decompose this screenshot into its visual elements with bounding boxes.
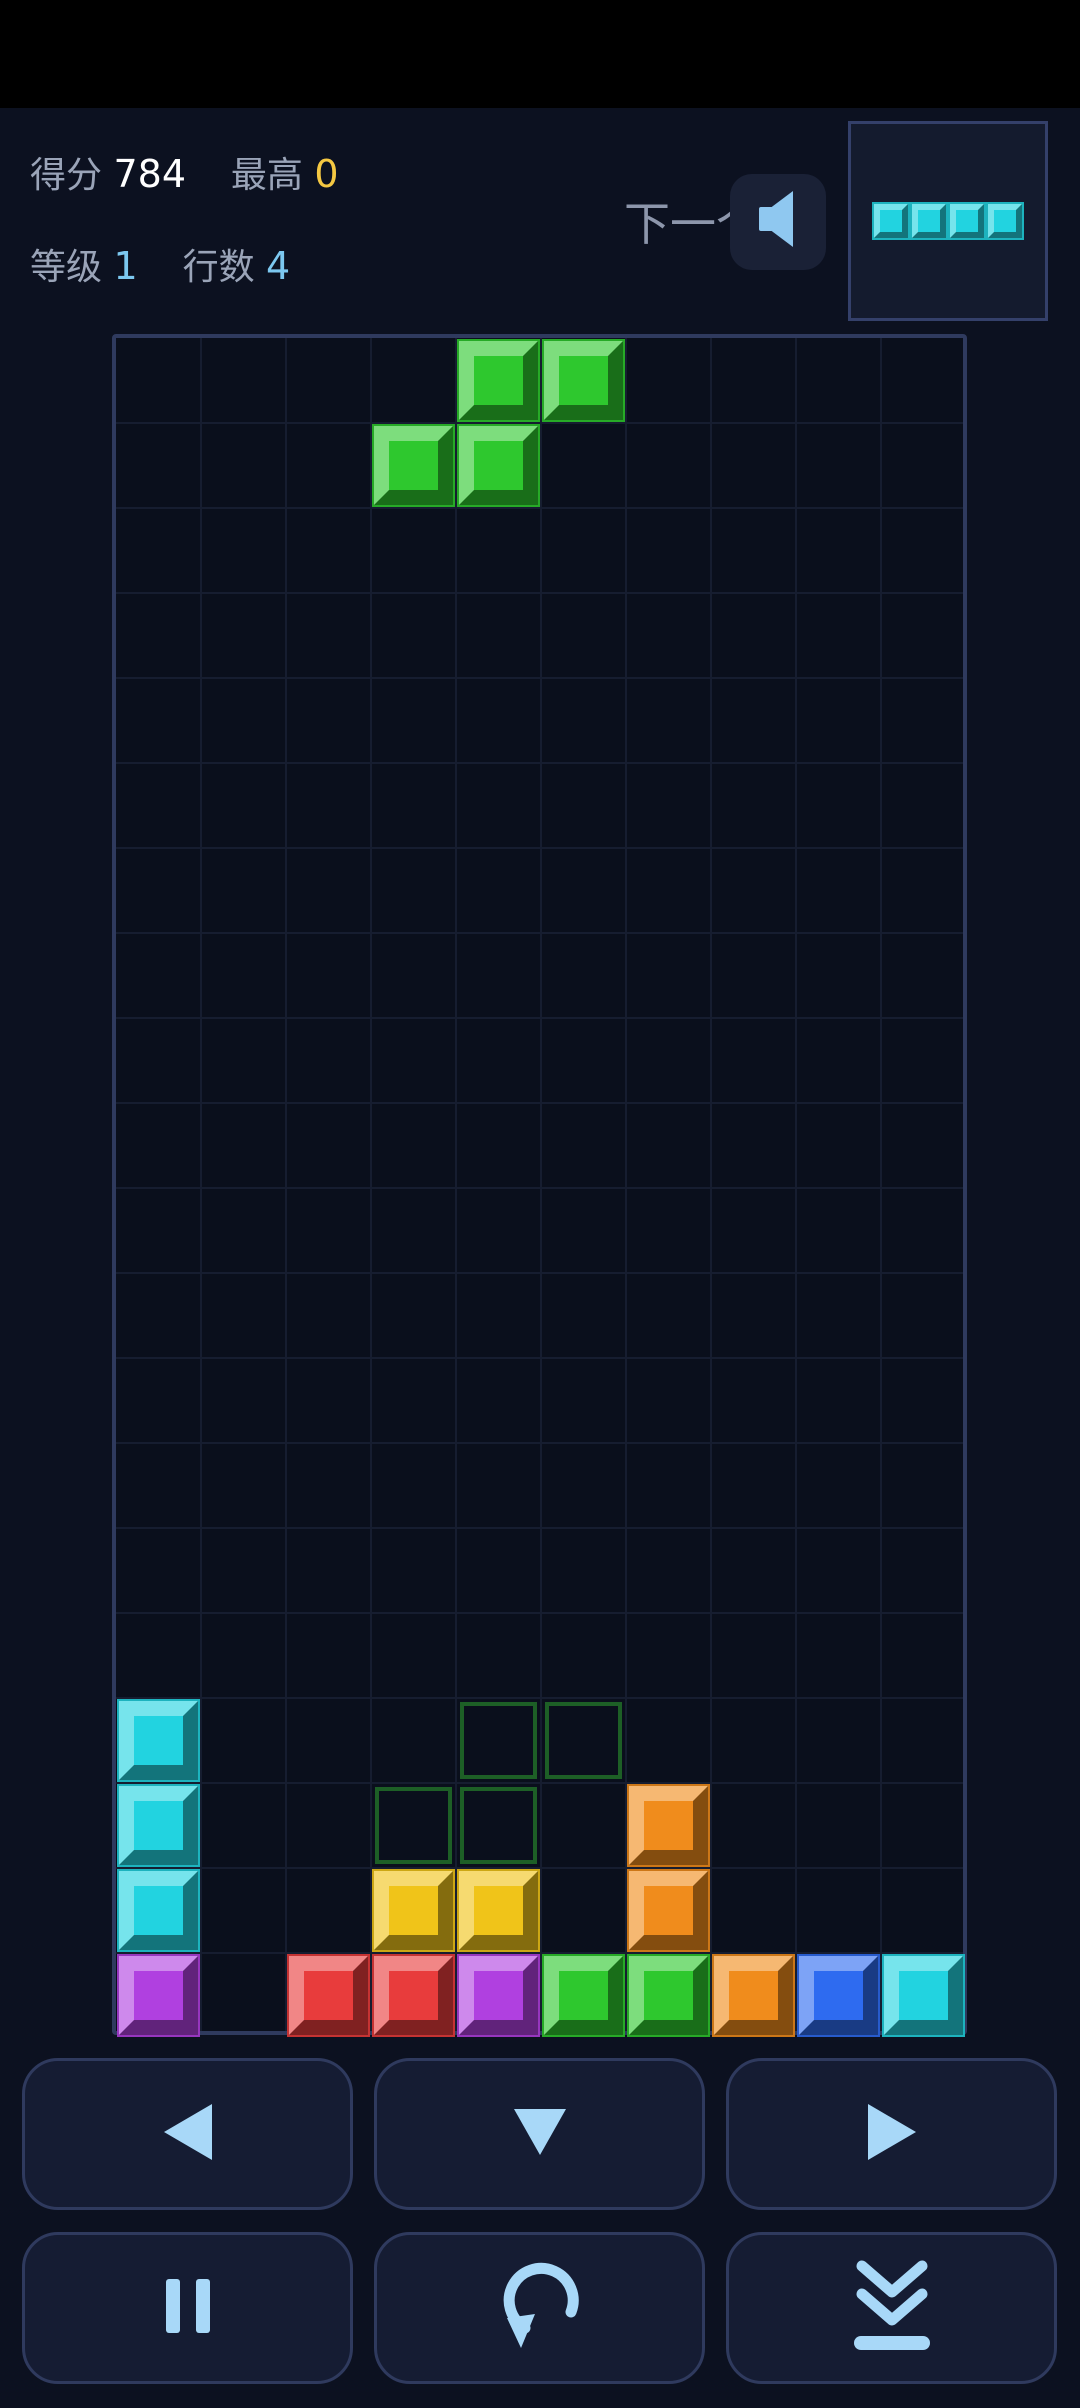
speaker-icon (753, 185, 803, 259)
level-value: 1 (113, 244, 138, 288)
next-piece-block (948, 202, 986, 240)
locked-block (627, 1869, 710, 1952)
best-score-value: 0 (314, 152, 339, 196)
locked-block (117, 1869, 200, 1952)
locked-block (712, 1954, 795, 2037)
locked-block (457, 1954, 540, 2037)
lines-value: 4 (266, 244, 291, 288)
level-label: 等级 (30, 247, 103, 288)
double-chevron-down-icon (850, 2258, 934, 2358)
active-piece-block (372, 424, 455, 507)
ghost-cell (545, 1702, 622, 1779)
score-value: 784 (113, 152, 186, 196)
soft-drop-button[interactable] (374, 2058, 705, 2210)
triangle-left-icon (158, 2102, 218, 2166)
level-row: 等级 1 行数 4 (30, 238, 290, 290)
next-piece-preview (848, 121, 1048, 321)
game-screen: 得分 784 最高 0 等级 1 行数 4 下一个 (0, 108, 1080, 2408)
ghost-cell (375, 1787, 452, 1864)
locked-block (627, 1784, 710, 1867)
next-piece-block (872, 202, 910, 240)
locked-block (372, 1869, 455, 1952)
locked-block (797, 1954, 880, 2037)
lines-label: 行数 (182, 247, 255, 288)
ghost-cell (460, 1702, 537, 1779)
locked-block (287, 1954, 370, 2037)
move-right-button[interactable] (726, 2058, 1057, 2210)
status-bar (0, 0, 1080, 108)
locked-block (457, 1869, 540, 1952)
active-piece-block (542, 339, 625, 422)
locked-block (627, 1954, 710, 2037)
score-label: 得分 (30, 155, 103, 196)
score-row: 得分 784 最高 0 (30, 146, 339, 198)
pause-button[interactable] (22, 2232, 353, 2384)
ghost-cell (460, 1787, 537, 1864)
rotate-button[interactable] (374, 2232, 705, 2384)
board-grid (116, 338, 963, 2031)
locked-block (542, 1954, 625, 2037)
locked-block (117, 1784, 200, 1867)
next-piece-label: 下一个 (624, 197, 736, 251)
next-piece-block (910, 202, 948, 240)
best-label: 最高 (230, 155, 303, 196)
next-piece-block (986, 202, 1024, 240)
move-left-button[interactable] (22, 2058, 353, 2210)
locked-block (372, 1954, 455, 2037)
rotate-icon (495, 2256, 585, 2360)
locked-block (117, 1954, 200, 2037)
game-board (112, 334, 967, 2037)
active-piece-block (457, 339, 540, 422)
locked-block (882, 1954, 965, 2037)
active-piece-block (457, 424, 540, 507)
triangle-down-icon (512, 2107, 568, 2161)
pause-icon (164, 2277, 212, 2339)
triangle-right-icon (862, 2102, 922, 2166)
locked-block (117, 1699, 200, 1782)
sound-button[interactable] (730, 174, 826, 270)
hard-drop-button[interactable] (726, 2232, 1057, 2384)
